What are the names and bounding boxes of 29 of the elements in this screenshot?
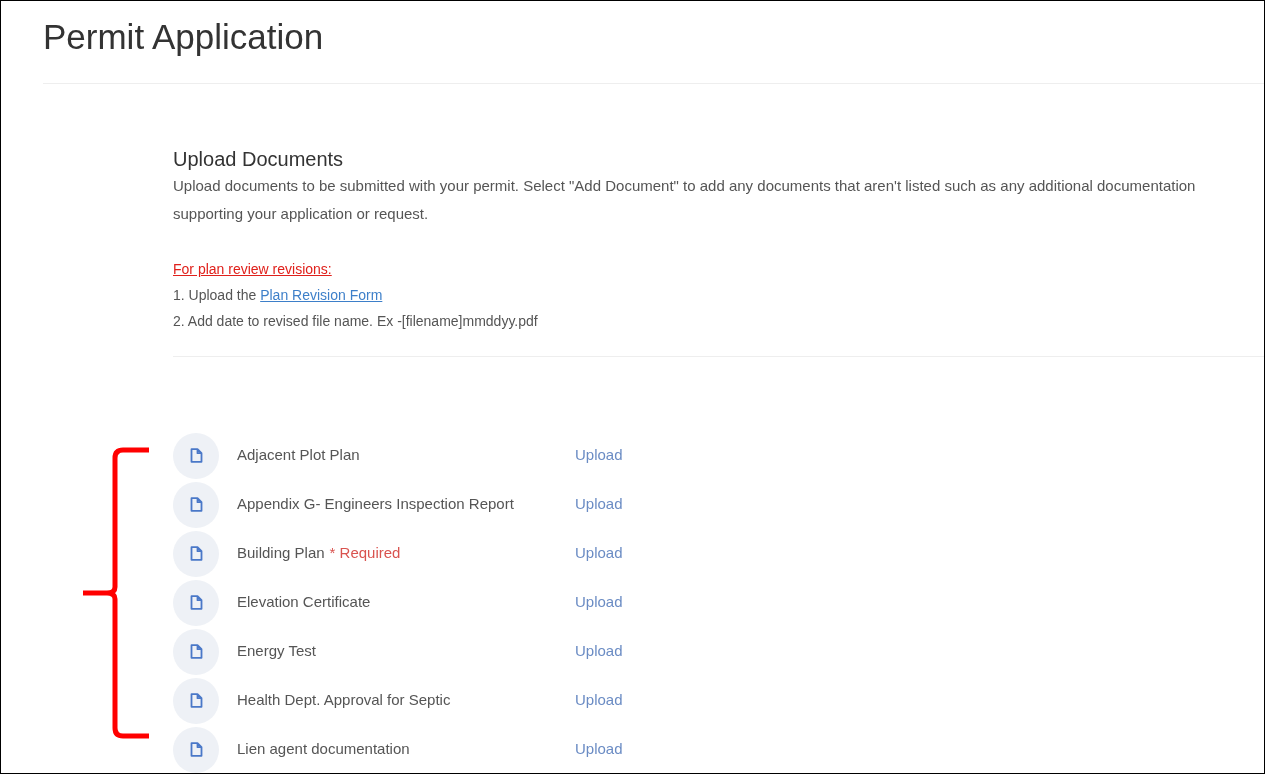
document-name: Building Plan bbox=[237, 543, 325, 564]
form-link[interactable]: Plan Revision Form bbox=[260, 287, 383, 303]
section-description: Upload documents to be submitted with your permit. Select "Add Document" to add any documents that aren't listed such as any additional documentation supporting your application or request. bbox=[173, 176, 1197, 224]
upload-link[interactable]: Upload bbox=[575, 738, 623, 761]
revisions-heading: For plan review revisions: bbox=[173, 260, 332, 279]
upload-link[interactable]: Upload bbox=[575, 640, 623, 663]
instruction-step: 2. Add date to revised file name. Ex -[filename]mmddyy.pdf bbox=[173, 308, 538, 334]
document-name: Lien agent documentation bbox=[237, 739, 410, 760]
document-name: Appendix G- Engineers Inspection Report bbox=[237, 494, 514, 515]
page-title: Permit Application bbox=[43, 16, 324, 58]
document-icon bbox=[189, 497, 203, 512]
document-icon bbox=[189, 595, 203, 610]
upload-link[interactable]: Upload bbox=[575, 444, 623, 467]
upload-link[interactable]: Upload bbox=[575, 493, 623, 516]
document-name: Health Dept. Approval for Septic bbox=[237, 690, 451, 711]
document-name: Energy Test bbox=[237, 641, 316, 662]
required-note: * Required bbox=[329, 543, 401, 564]
upload-link[interactable]: Upload bbox=[575, 689, 623, 712]
document-icon bbox=[189, 742, 203, 757]
section-title: Upload Documents bbox=[173, 147, 344, 172]
instruction-step: 1. Upload the Plan Revision Form bbox=[173, 282, 383, 308]
document-icon bbox=[189, 448, 203, 463]
document-icon bbox=[189, 693, 203, 708]
upload-link[interactable]: Upload bbox=[575, 591, 623, 614]
upload-link[interactable]: Upload bbox=[575, 542, 623, 565]
document-name: Elevation Certificate bbox=[237, 592, 371, 613]
document-icon bbox=[189, 644, 203, 659]
document-icon bbox=[189, 546, 203, 561]
document-name: Adjacent Plot Plan bbox=[237, 445, 360, 466]
